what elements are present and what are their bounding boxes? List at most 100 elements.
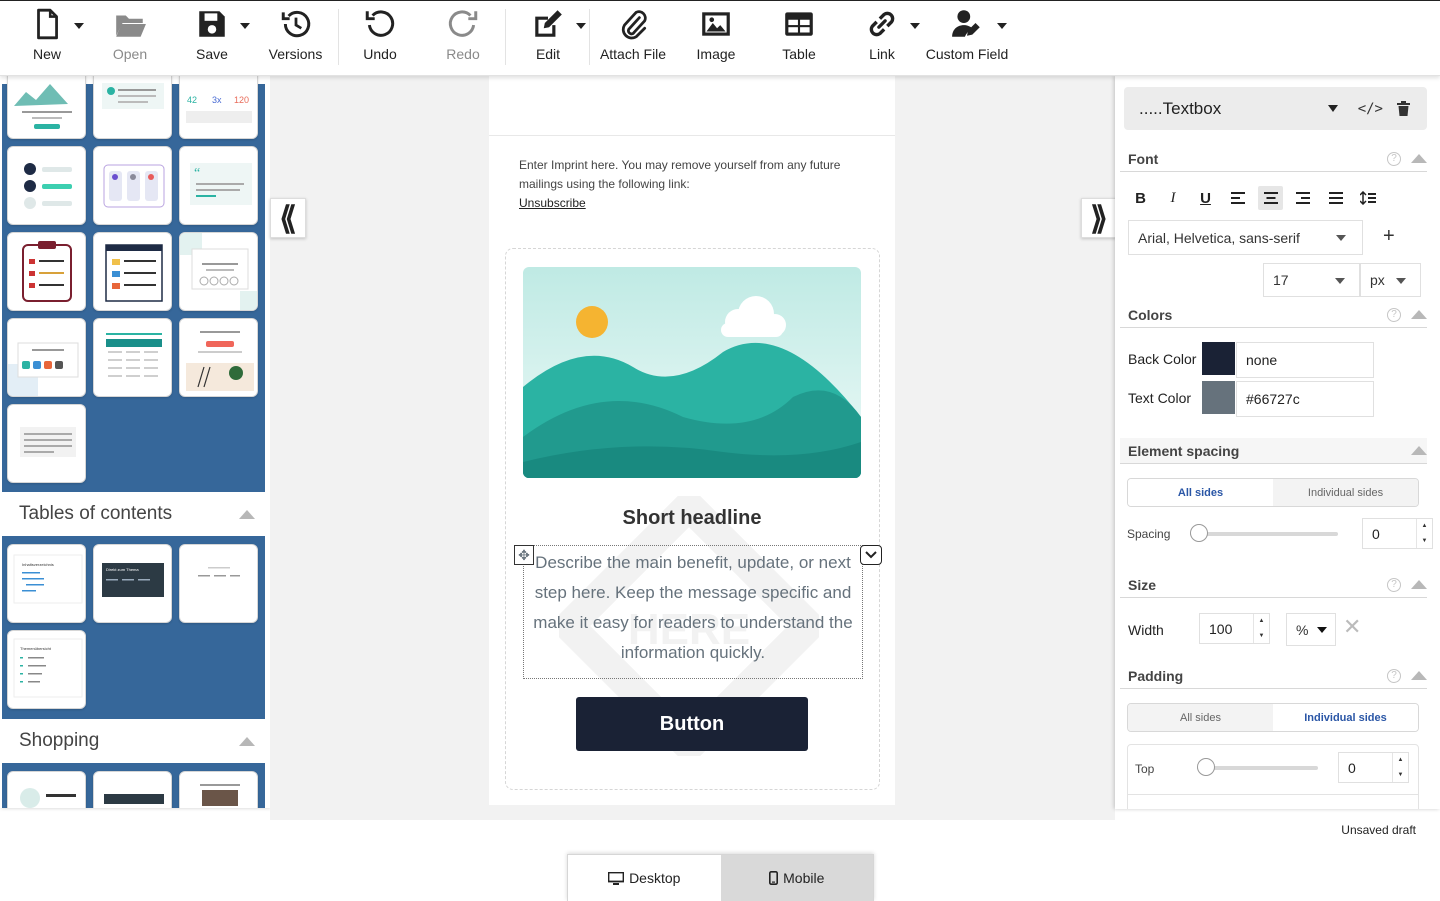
help-icon[interactable]: ? bbox=[1387, 307, 1401, 322]
align-center-icon[interactable] bbox=[1258, 186, 1283, 210]
underline-icon[interactable]: U bbox=[1193, 186, 1218, 210]
spacing-slider[interactable] bbox=[1190, 524, 1338, 542]
block-thumbnail-quote[interactable]: “ bbox=[179, 146, 258, 225]
help-icon[interactable]: ? bbox=[1387, 151, 1401, 166]
undo-button[interactable]: Undo bbox=[362, 7, 398, 69]
add-font-icon[interactable]: + bbox=[1383, 225, 1395, 248]
custom-field-dropdown-caret-icon[interactable] bbox=[997, 23, 1007, 29]
bold-icon[interactable]: B bbox=[1128, 186, 1153, 210]
redo-button[interactable]: Redo bbox=[445, 7, 481, 69]
selected-element-header[interactable]: .....Textbox </> bbox=[1124, 87, 1427, 130]
edit-button[interactable]: Edit bbox=[530, 7, 566, 69]
align-right-icon[interactable] bbox=[1291, 186, 1316, 210]
spacing-individual-sides-tab[interactable]: Individual sides bbox=[1273, 479, 1418, 506]
unsubscribe-link[interactable]: Unsubscribe bbox=[519, 194, 859, 213]
email-header-area[interactable] bbox=[489, 76, 895, 136]
colors-section-header[interactable]: Colors ? bbox=[1120, 302, 1427, 328]
text-color-input[interactable]: #66727c bbox=[1236, 381, 1374, 417]
block-thumbnail-text[interactable] bbox=[7, 404, 86, 483]
font-family-select[interactable]: Arial, Helvetica, sans-serif bbox=[1128, 220, 1363, 255]
block-thumbnail-social[interactable] bbox=[179, 232, 258, 311]
increment-icon[interactable]: ▲ bbox=[1417, 519, 1432, 534]
collapse-caret-icon[interactable] bbox=[239, 509, 255, 519]
desktop-view-button[interactable]: Desktop bbox=[568, 855, 721, 901]
category-header-tables-of-contents[interactable]: Tables of contents bbox=[2, 492, 265, 536]
block-thumbnail-hero[interactable] bbox=[7, 76, 86, 139]
spacing-slider-knob[interactable] bbox=[1190, 524, 1208, 542]
collapse-right-panel-icon[interactable]: ⟫ bbox=[1081, 198, 1117, 238]
new-button[interactable]: New bbox=[29, 7, 65, 69]
decrement-icon[interactable]: ▼ bbox=[1417, 534, 1432, 549]
font-unit-select[interactable]: px bbox=[1360, 263, 1421, 297]
block-thumbnail-toc-list[interactable]: Inhaltsverzeichnis bbox=[7, 544, 86, 623]
font-section-header[interactable]: Font ? bbox=[1120, 146, 1427, 172]
trash-icon[interactable] bbox=[1397, 101, 1410, 116]
increment-icon[interactable]: ▲ bbox=[1254, 614, 1269, 629]
block-thumbnail-info[interactable] bbox=[93, 76, 172, 139]
block-thumbnail-share[interactable] bbox=[7, 318, 86, 397]
new-dropdown-caret-icon[interactable] bbox=[74, 23, 84, 29]
collapse-caret-icon[interactable] bbox=[1411, 310, 1427, 319]
spacing-input[interactable]: 0 ▲ ▼ bbox=[1362, 518, 1433, 549]
element-dropdown-caret-icon[interactable] bbox=[1327, 105, 1338, 112]
edit-dropdown-caret-icon[interactable] bbox=[576, 23, 586, 29]
back-color-swatch[interactable] bbox=[1202, 342, 1235, 375]
save-dropdown-caret-icon[interactable] bbox=[240, 23, 250, 29]
block-options-chevron-icon[interactable] bbox=[860, 545, 882, 565]
move-handle-icon[interactable]: ✥ bbox=[514, 545, 534, 565]
help-icon[interactable]: ? bbox=[1387, 577, 1401, 592]
collapse-caret-icon[interactable] bbox=[1411, 580, 1427, 589]
help-icon[interactable]: ? bbox=[1387, 668, 1401, 683]
block-thumbnail-toc-inline[interactable] bbox=[179, 544, 258, 623]
attach-file-button[interactable]: Attach File bbox=[600, 7, 666, 69]
padding-individual-sides-tab[interactable]: Individual sides bbox=[1273, 704, 1418, 731]
block-thumbnail-product[interactable] bbox=[179, 318, 258, 397]
back-color-input[interactable]: none bbox=[1236, 342, 1374, 378]
block-thumbnail-shopping-2[interactable] bbox=[93, 771, 172, 808]
padding-top-input[interactable]: 0 ▲ ▼ bbox=[1338, 752, 1409, 783]
block-thumbnail-toc-topics[interactable]: Themenübersicht bbox=[7, 630, 86, 709]
collapse-caret-icon[interactable] bbox=[1411, 446, 1427, 455]
block-thumbnail-toc-dark[interactable]: Direkt zum Thema bbox=[93, 544, 172, 623]
hero-landscape-image[interactable] bbox=[523, 267, 861, 478]
custom-field-button[interactable]: Custom Field bbox=[926, 7, 1008, 69]
line-height-icon[interactable] bbox=[1356, 186, 1381, 210]
size-section-header[interactable]: Size ? bbox=[1120, 572, 1427, 598]
table-button[interactable]: Table bbox=[780, 7, 818, 69]
font-size-select[interactable]: 17 bbox=[1263, 263, 1360, 297]
italic-icon[interactable]: I bbox=[1161, 186, 1186, 210]
padding-top-slider[interactable] bbox=[1197, 758, 1318, 776]
text-color-swatch[interactable] bbox=[1202, 381, 1235, 414]
block-thumbnail-cards[interactable] bbox=[93, 146, 172, 225]
block-thumbnail-shopping-3[interactable] bbox=[179, 771, 258, 808]
block-thumbnail-list-card[interactable] bbox=[93, 232, 172, 311]
block-thumbnail-shopping-1[interactable] bbox=[7, 771, 86, 808]
spacing-all-sides-tab[interactable]: All sides bbox=[1128, 479, 1273, 506]
collapse-left-panel-icon[interactable]: ⟪ bbox=[270, 198, 306, 238]
link-button[interactable]: Link bbox=[863, 7, 901, 69]
selected-textbox[interactable]: Describe the main benefit, update, or ne… bbox=[514, 545, 882, 679]
open-button[interactable]: Open bbox=[111, 7, 149, 69]
code-view-icon[interactable]: </> bbox=[1358, 101, 1383, 117]
imprint-block[interactable]: Enter Imprint here. You may remove yours… bbox=[519, 156, 859, 213]
block-thumbnail-stats[interactable]: 42 3x 120 bbox=[179, 76, 258, 139]
decrement-icon[interactable]: ▼ bbox=[1254, 629, 1269, 644]
email-cta-button[interactable]: Button bbox=[576, 697, 808, 751]
align-justify-icon[interactable] bbox=[1323, 186, 1348, 210]
block-thumbnail-table[interactable] bbox=[93, 318, 172, 397]
category-header-shopping[interactable]: Shopping bbox=[2, 719, 265, 763]
block-thumbnail-checklist[interactable] bbox=[7, 146, 86, 225]
image-button[interactable]: Image bbox=[697, 7, 735, 69]
mobile-view-button[interactable]: Mobile bbox=[720, 855, 873, 901]
collapse-caret-icon[interactable] bbox=[239, 736, 255, 746]
clear-width-icon[interactable]: ✕ bbox=[1343, 616, 1361, 638]
link-dropdown-caret-icon[interactable] bbox=[910, 23, 920, 29]
collapse-caret-icon[interactable] bbox=[1411, 671, 1427, 680]
element-spacing-section-header[interactable]: Element spacing bbox=[1120, 438, 1427, 464]
decrement-icon[interactable]: ▼ bbox=[1393, 768, 1408, 783]
increment-icon[interactable]: ▲ bbox=[1393, 753, 1408, 768]
save-button[interactable]: Save bbox=[196, 7, 228, 69]
padding-top-slider-knob[interactable] bbox=[1197, 758, 1215, 776]
email-headline[interactable]: Short headline bbox=[489, 507, 895, 530]
versions-button[interactable]: Versions bbox=[268, 7, 323, 69]
